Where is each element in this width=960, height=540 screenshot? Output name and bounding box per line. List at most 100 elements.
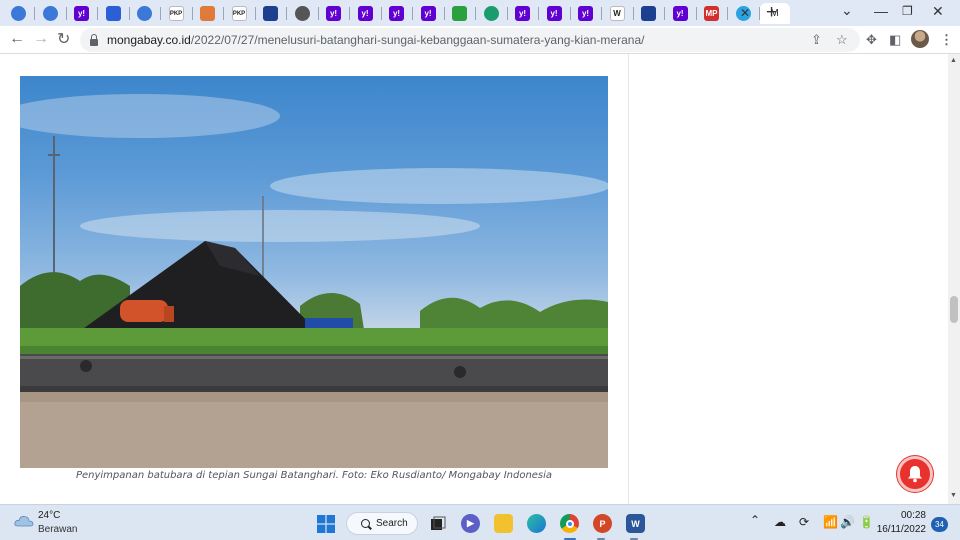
menu-kebab-icon[interactable]: ⋮	[940, 32, 953, 48]
tab-separator	[538, 7, 539, 20]
browser-tab[interactable]	[288, 3, 319, 24]
s-circle-icon	[483, 6, 499, 21]
browser-tab[interactable]	[36, 3, 67, 24]
browser-tab[interactable]: W	[603, 3, 634, 24]
weather-temperature[interactable]: 24°C	[38, 510, 60, 521]
tab-separator	[286, 7, 287, 20]
browser-tab[interactable]: y!	[508, 3, 539, 24]
blue-grid-icon	[263, 6, 278, 21]
browser-tab[interactable]: y!	[67, 3, 98, 24]
address-bar[interactable]: mongabay.co.id/2022/07/27/menelusuri-bat…	[80, 28, 860, 52]
bell-icon	[908, 466, 922, 483]
battery-icon[interactable]: 🔋	[859, 515, 874, 529]
bookmark-star-icon[interactable]: ☆	[836, 32, 848, 48]
search-label: Search	[376, 518, 408, 529]
side-panel-icon[interactable]: ◧	[889, 32, 901, 48]
scrollbar-thumb[interactable]	[950, 296, 958, 323]
browser-tab[interactable]: y!	[571, 3, 602, 24]
browser-tab[interactable]	[634, 3, 665, 24]
teams-chat-icon[interactable]: ▶	[461, 514, 480, 533]
tab-separator	[664, 7, 665, 20]
browser-tab[interactable]: MP	[697, 3, 728, 24]
onedrive-cloud-icon[interactable]: ☁	[774, 515, 786, 529]
restore-button[interactable]: ❐	[902, 4, 913, 18]
url-path: /2022/07/27/menelusuri-batanghari-sungai…	[190, 33, 645, 47]
notification-bell-button[interactable]	[897, 456, 933, 492]
chevron-down-icon[interactable]: ⌄	[841, 2, 853, 19]
chrome-browser-icon[interactable]	[560, 514, 579, 533]
tab-strip: y! PKP PKP y! y! y! y! y! y! y! Wy! MP M ✕ + ⌄ — ❐ ✕	[0, 0, 960, 26]
browser-tab[interactable]: y!	[382, 3, 413, 24]
coal-stockpile-scene	[20, 94, 608, 468]
notification-count-badge[interactable]: 34	[931, 517, 948, 532]
tab-separator	[475, 7, 476, 20]
browser-toolbar: ← → ↻ mongabay.co.id/2022/07/27/menelusu…	[0, 26, 960, 54]
scroll-up-arrow[interactable]: ▲	[950, 57, 957, 64]
lock-icon[interactable]	[90, 33, 98, 46]
browser-tab[interactable]: PKP	[162, 3, 193, 24]
tray-overflow-chevron-icon[interactable]: ⌃	[750, 513, 760, 527]
browser-tab[interactable]: y!	[351, 3, 382, 24]
yahoo-icon: y!	[389, 6, 404, 21]
edge-browser-icon[interactable]	[527, 514, 546, 533]
cloud-weather-icon[interactable]	[14, 515, 34, 527]
flag-icon	[641, 6, 656, 21]
scroll-down-arrow[interactable]: ▼	[950, 492, 957, 499]
url-text[interactable]: mongabay.co.id/2022/07/27/menelusuri-bat…	[107, 33, 644, 47]
wikipedia-icon: W	[609, 6, 625, 21]
browser-tab[interactable]: y!	[414, 3, 445, 24]
article-photo	[20, 76, 608, 468]
browser-tab[interactable]	[99, 3, 130, 24]
browser-tab[interactable]: y!	[540, 3, 571, 24]
extensions-icon[interactable]: ✥	[866, 32, 877, 48]
tab-separator	[223, 7, 224, 20]
taskbar-search-button[interactable]: Search	[346, 512, 418, 535]
chrome-c-icon	[42, 6, 58, 21]
tab-separator	[349, 7, 350, 20]
back-button[interactable]: ←	[9, 30, 25, 48]
weather-condition[interactable]: Berawan	[38, 524, 77, 535]
profile-avatar[interactable]	[911, 30, 929, 48]
clock-date[interactable]: 16/11/2022	[876, 524, 926, 535]
yahoo-icon: y!	[672, 6, 688, 21]
forward-button[interactable]: →	[33, 30, 49, 48]
close-tab-icon[interactable]: ✕	[740, 7, 750, 19]
yahoo-icon: y!	[515, 6, 530, 21]
wifi-icon[interactable]: 📶	[823, 515, 838, 529]
tab-separator	[160, 7, 161, 20]
page-scrollbar[interactable]: ▲ ▼	[948, 54, 960, 504]
file-explorer-icon[interactable]	[494, 514, 513, 533]
yahoo-icon: y!	[578, 6, 593, 21]
powerpoint-icon[interactable]: P	[593, 514, 612, 533]
clock-time[interactable]: 00:28	[898, 510, 926, 521]
tab-separator	[412, 7, 413, 20]
browser-tab[interactable]	[4, 3, 35, 24]
reload-button[interactable]: ↻	[57, 29, 70, 49]
browser-tab[interactable]: y!	[666, 3, 697, 24]
tab-separator	[97, 7, 98, 20]
task-view-button[interactable]	[428, 514, 447, 533]
word-icon[interactable]: W	[626, 514, 645, 533]
browser-tab[interactable]	[130, 3, 161, 24]
browser-tab[interactable]: PKP	[225, 3, 256, 24]
yahoo-icon: y!	[326, 6, 341, 21]
yahoo-icon: y!	[546, 6, 562, 21]
sync-icon[interactable]: ⟳	[799, 515, 809, 529]
diamond-icon	[105, 6, 121, 21]
pkp-icon: PKP	[231, 6, 247, 21]
tab-separator	[601, 7, 602, 20]
start-button[interactable]	[316, 514, 335, 533]
browser-tab[interactable]	[193, 3, 224, 24]
sidebar-divider	[628, 54, 629, 504]
browser-tab[interactable]	[256, 3, 287, 24]
pkp-icon: PKP	[168, 6, 184, 21]
close-window-button[interactable]: ✕	[932, 3, 944, 20]
minimize-button[interactable]: —	[874, 3, 888, 19]
browser-tab[interactable]	[477, 3, 508, 24]
volume-icon[interactable]: 🔊	[840, 515, 855, 529]
browser-tab[interactable]	[445, 3, 476, 24]
browser-tab[interactable]: y!	[319, 3, 350, 24]
share-icon[interactable]: ⇪	[811, 32, 822, 48]
new-tab-button[interactable]: +	[766, 2, 777, 24]
squares-icon	[452, 6, 467, 21]
